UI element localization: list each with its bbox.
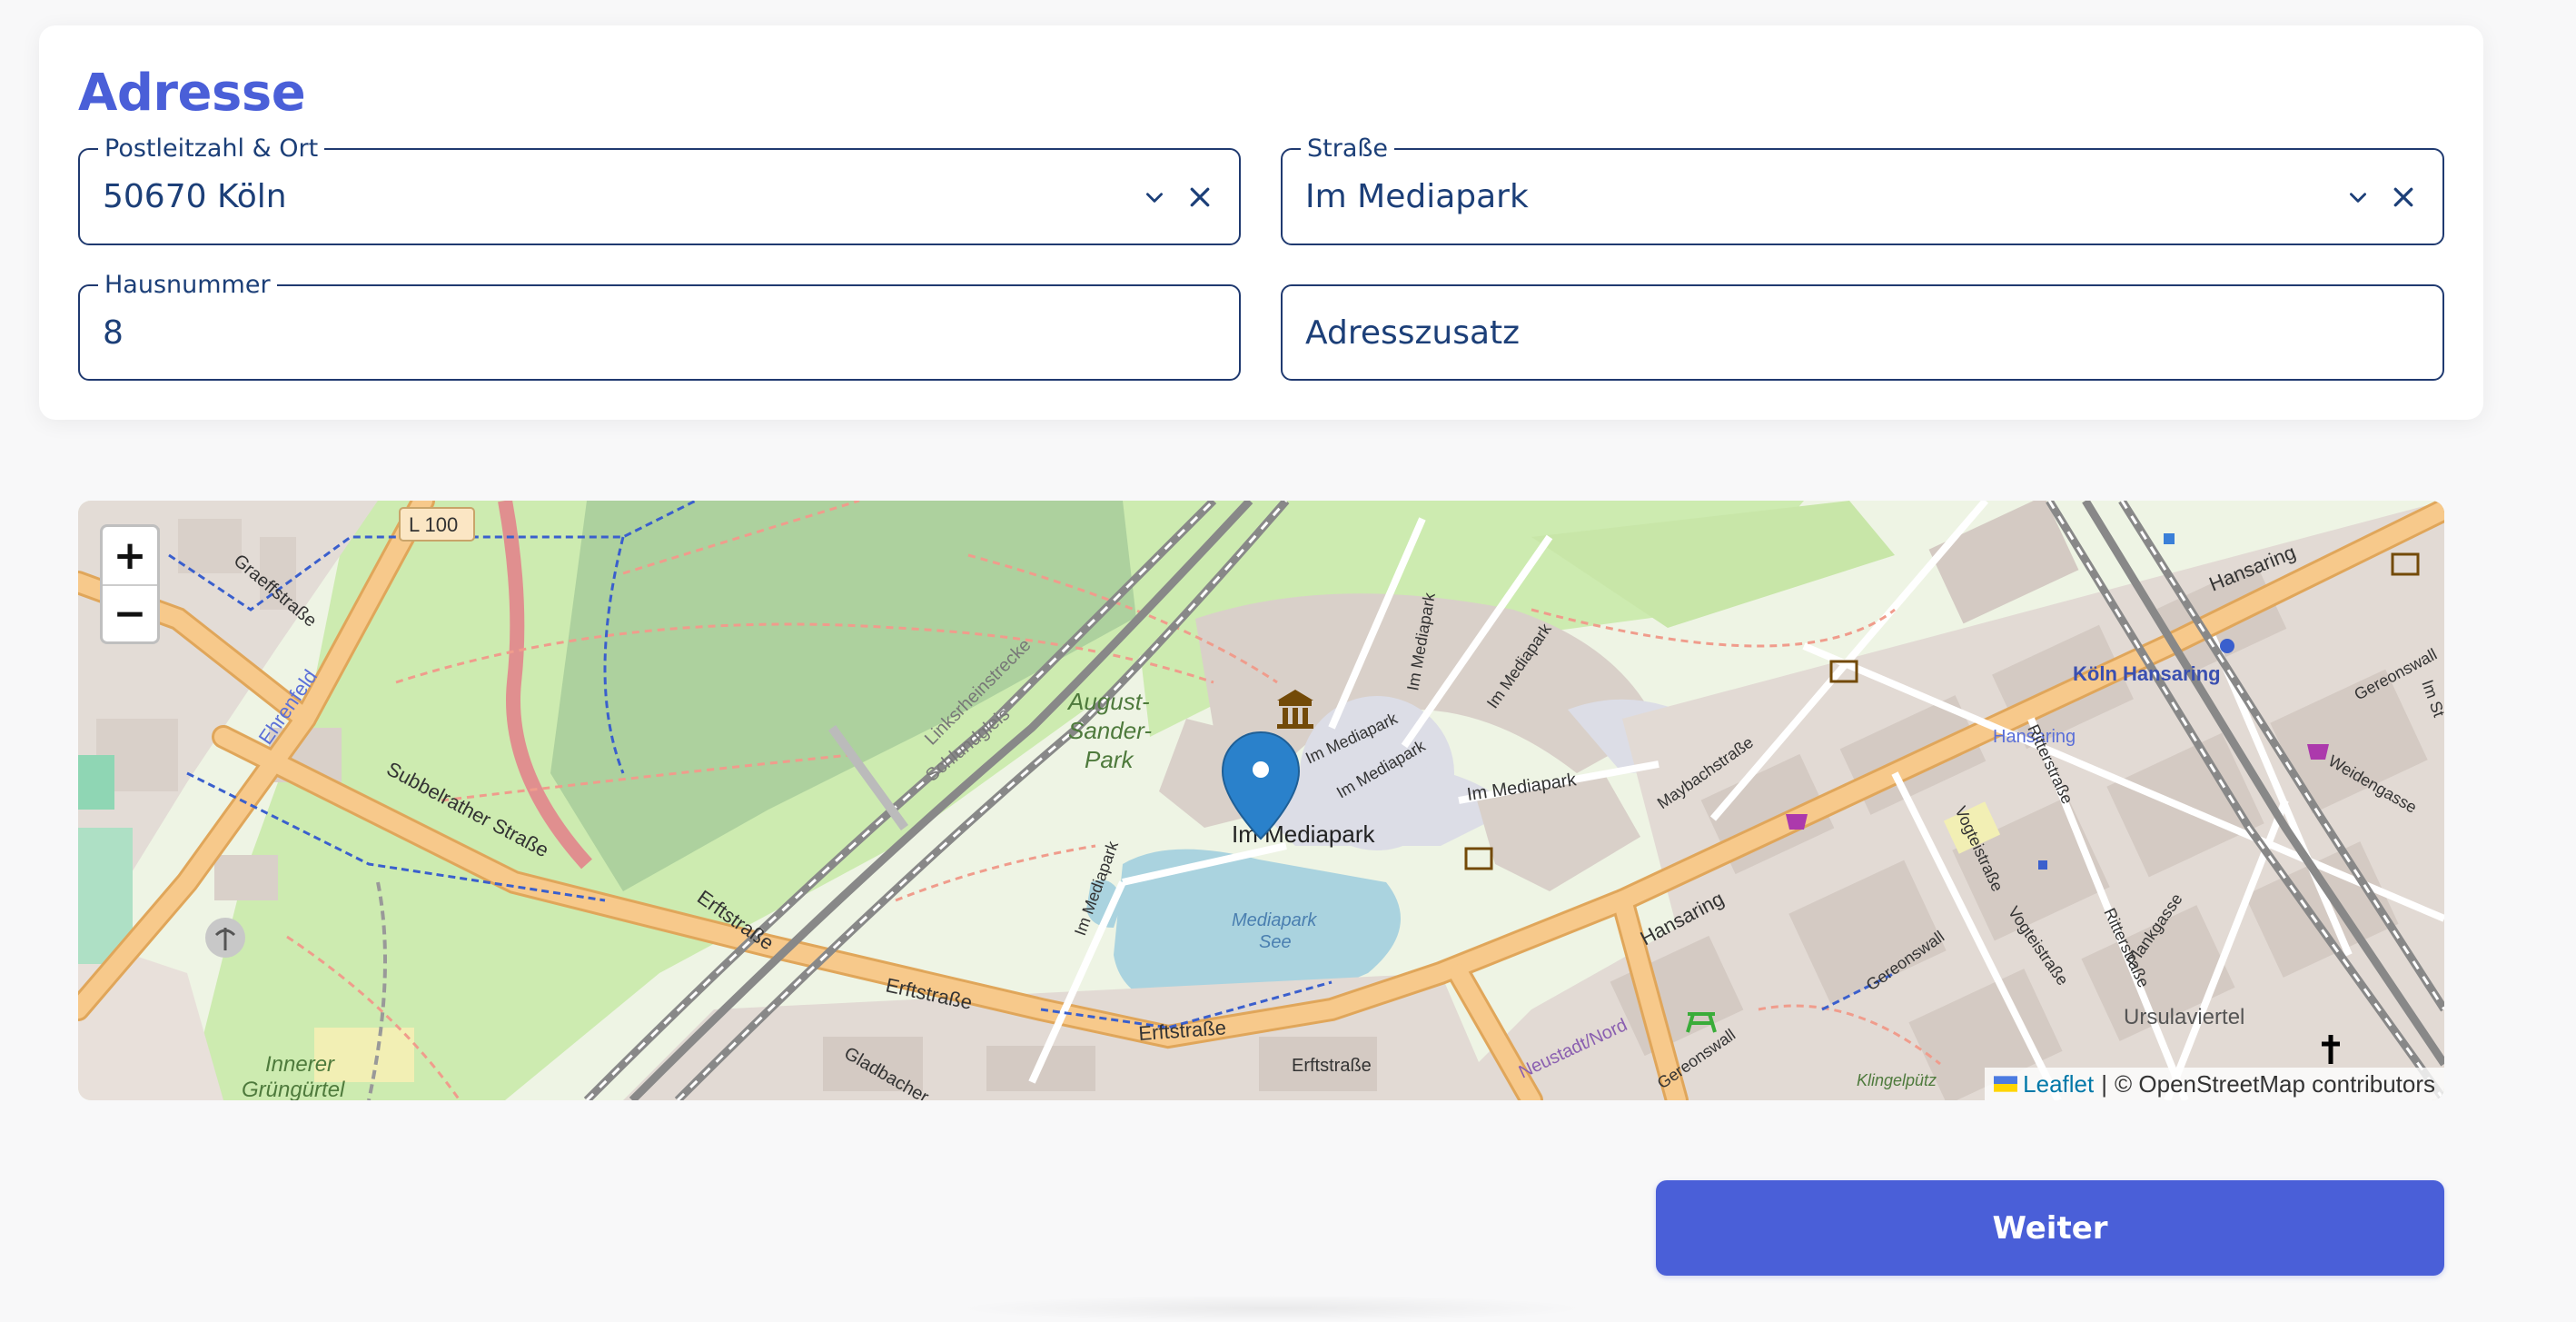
leaflet-link[interactable]: Leaflet	[1994, 1070, 2094, 1098]
osm-attribution[interactable]: © OpenStreetMap contributors	[2115, 1070, 2435, 1098]
card-title: Adresse	[78, 64, 306, 123]
map-label: Erftstraße	[1292, 1056, 1372, 1076]
attribution-separator: |	[2101, 1069, 2107, 1098]
map-label: Klingelpütz	[1857, 1071, 1937, 1089]
map-label: L 100	[409, 513, 458, 536]
postal-code-city-value[interactable]: 50670 Köln	[103, 150, 287, 244]
map-label: See	[1259, 932, 1292, 952]
map[interactable]: L 100 Graeffstraße Ehrenfeld Subbelrathe…	[78, 501, 2444, 1100]
zoom-out-button[interactable]: −	[103, 584, 157, 641]
map-attribution: Leaflet | © OpenStreetMap contributors	[1985, 1068, 2444, 1100]
zoom-control: + −	[100, 524, 160, 644]
map-label: Köln Hansaring	[2073, 662, 2221, 685]
chevron-down-icon[interactable]	[1143, 185, 1166, 209]
map-label: Park	[1085, 746, 1134, 773]
map-label: Grüngürtel	[242, 1078, 345, 1100]
map-label: Sander-	[1068, 717, 1152, 744]
chevron-down-icon[interactable]	[2346, 185, 2370, 209]
street-value[interactable]: Im Mediapark	[1305, 150, 1529, 244]
map-label: August-	[1066, 688, 1150, 715]
clear-icon[interactable]	[1186, 184, 1214, 211]
ukraine-flag-icon	[1994, 1076, 2018, 1092]
house-number-label: Hausnummer	[98, 272, 277, 299]
clear-icon[interactable]	[2390, 184, 2417, 211]
leaflet-link-label[interactable]: Leaflet	[2023, 1070, 2094, 1098]
bottom-shadow	[954, 1295, 1590, 1322]
house-number-field[interactable]: Hausnummer 8	[78, 272, 1241, 381]
address-addition-placeholder[interactable]: Adresszusatz	[1305, 286, 1520, 379]
postal-code-city-field[interactable]: Postleitzahl & Ort 50670 Köln	[78, 135, 1241, 245]
map-label: Mediapark	[1232, 910, 1317, 930]
map-tiles[interactable]: L 100 Graeffstraße Ehrenfeld Subbelrathe…	[78, 501, 2444, 1100]
street-field[interactable]: Straße Im Mediapark	[1281, 135, 2444, 245]
address-addition-field[interactable]: Adresszusatz	[1281, 284, 2444, 381]
house-number-value[interactable]: 8	[103, 286, 124, 379]
map-label: Ursulaviertel	[2124, 1005, 2244, 1029]
map-label: Innerer	[265, 1052, 335, 1077]
next-button[interactable]: Weiter	[1656, 1180, 2444, 1276]
zoom-in-button[interactable]: +	[103, 527, 157, 584]
